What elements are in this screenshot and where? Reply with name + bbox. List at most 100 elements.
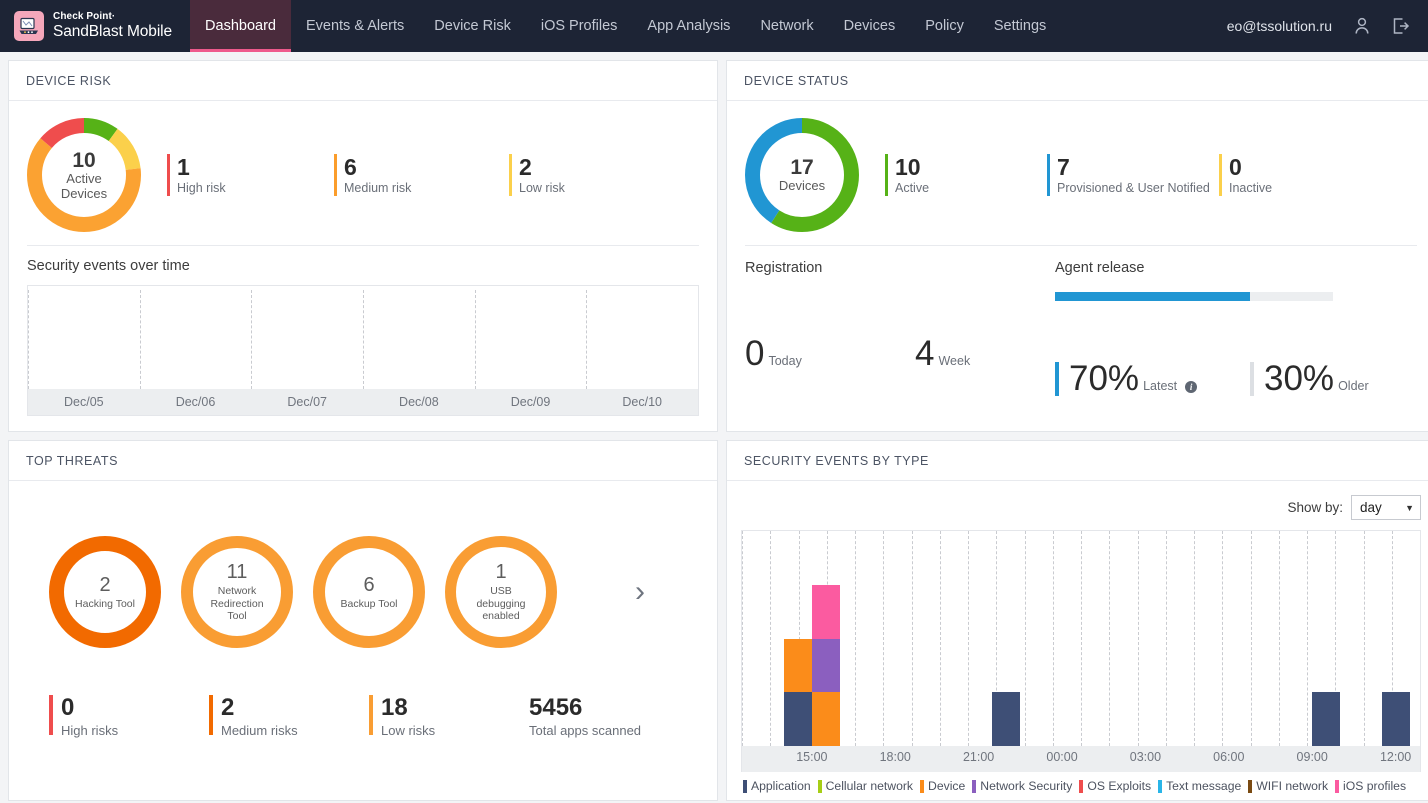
stat-label: Low risks <box>381 723 436 739</box>
x-axis-tick: 15:00 <box>796 750 828 764</box>
threat-circle-network-redirection-tool[interactable]: 11 Network Redirection Tool <box>181 536 293 648</box>
legend-item-wifi-network[interactable]: WIFI network <box>1248 779 1328 793</box>
chart-x-axis: 15:00 18:00 21:00 00:00 03:00 06:00 09:00 12:00 <box>742 746 1420 772</box>
threat-count: 11 <box>226 561 248 584</box>
threat-stat-total-apps-scanned: 5456 Total apps scanned <box>529 694 641 738</box>
device-risk-title: DEVICE RISK <box>9 61 717 101</box>
user-icon[interactable] <box>1354 17 1370 35</box>
stat-value: 18 <box>381 694 408 721</box>
legend-item-application[interactable]: Application <box>743 779 811 793</box>
legend-item-os-exploits[interactable]: OS Exploits <box>1079 779 1151 793</box>
bigstat-older: 30% Older <box>1250 361 1420 396</box>
nav-item-devices[interactable]: Devices <box>829 0 911 52</box>
legend-color-swatch <box>920 779 925 793</box>
bigstat-value: 30% <box>1264 359 1335 398</box>
nav-item-policy[interactable]: Policy <box>910 0 979 52</box>
brand-logo-area[interactable]: Check Point· SandBlast Mobile <box>0 0 190 52</box>
legend-item-text-message[interactable]: Text message <box>1158 779 1241 793</box>
stacked-bar[interactable] <box>783 531 812 746</box>
nav-item-app-analysis[interactable]: App Analysis <box>632 0 745 52</box>
security-events-over-time-chart[interactable]: Dec/05 Dec/06 Dec/07 Dec/08 Dec/09 Dec/10 <box>27 285 699 416</box>
stat-label: Low risk <box>519 181 565 196</box>
nav-item-label: Settings <box>993 18 1047 34</box>
legend-label: OS Exploits <box>1087 779 1152 793</box>
security-events-by-type-chart[interactable]: 15:00 18:00 21:00 00:00 03:00 06:00 09:00 12:00 <box>741 530 1421 772</box>
threat-label: Hacking Tool <box>75 597 135 610</box>
threat-circle-usb-debugging-enabled[interactable]: 1 USB debugging enabled <box>445 536 557 648</box>
nav-item-device-risk[interactable]: Device Risk <box>419 0 526 52</box>
stat-color-bar <box>209 695 213 735</box>
stat-color-bar <box>1047 154 1050 196</box>
nav-item-ios-profiles[interactable]: iOS Profiles <box>526 0 633 52</box>
stat-value: 5456 <box>529 694 583 721</box>
nav-item-events-alerts[interactable]: Events & Alerts <box>291 0 419 52</box>
bar-segment-application <box>1312 692 1341 746</box>
agent-release-progress-fill <box>1055 292 1250 301</box>
stat-text: 1 High risk <box>177 154 226 196</box>
stacked-bar[interactable] <box>812 531 841 746</box>
next-threats-arrow-icon[interactable]: › <box>635 575 645 609</box>
device-risk-donut-value: 10 <box>72 148 96 172</box>
stacked-bar[interactable] <box>992 531 1021 746</box>
info-icon[interactable]: i <box>1185 381 1198 393</box>
security-events-over-time-title: Security events over time <box>27 258 190 274</box>
top-navigation-bar: Check Point· SandBlast Mobile Dashboard E… <box>0 0 1428 52</box>
bar-segment-device <box>812 692 841 746</box>
nav-item-settings[interactable]: Settings <box>979 0 1061 52</box>
x-axis-tick: 12:00 <box>1379 750 1412 764</box>
nav-item-network[interactable]: Network <box>745 0 828 52</box>
x-axis-tick: Dec/09 <box>510 395 551 409</box>
stat-label: Provisioned & User Notified <box>1057 181 1210 196</box>
stat-label: High risks <box>61 723 119 739</box>
stacked-bar[interactable] <box>1382 531 1411 746</box>
stat-text: 0 Inactive <box>1229 154 1272 196</box>
legend-item-cellular-network[interactable]: Cellular network <box>817 779 913 793</box>
legend-label: Device <box>928 779 966 793</box>
agent-release-title: Agent release <box>1055 260 1145 276</box>
nav-item-label: Devices <box>843 18 896 34</box>
user-email-label: eo@tssolution.ru <box>1226 18 1332 34</box>
show-by-select[interactable]: day ▼ <box>1351 495 1421 520</box>
stat-inactive: 0 Inactive <box>1219 154 1359 196</box>
stat-text: 10 Active <box>895 154 929 196</box>
threat-stat-high-risks: 0 High risks <box>49 694 209 739</box>
stat-value: 2 <box>221 694 235 721</box>
legend-color-swatch <box>1248 779 1253 793</box>
stat-text: 0 High risks <box>61 694 119 739</box>
stat-text: 2 Medium risks <box>221 694 298 739</box>
stat-low-risk: 2 Low risk <box>509 154 659 196</box>
legend-label: Application <box>751 779 811 793</box>
chart-bars <box>28 286 698 389</box>
threat-label: Network Redirection Tool <box>210 585 264 623</box>
threat-circle-backup-tool[interactable]: 6 Backup Tool <box>313 536 425 648</box>
legend-item-network-security[interactable]: Network Security <box>972 779 1072 793</box>
show-by-label: Show by: <box>1287 500 1343 515</box>
device-status-title: DEVICE STATUS <box>727 61 1428 101</box>
device-status-donut-chart: 17 Devices <box>745 118 859 232</box>
stat-label: High risk <box>177 181 226 196</box>
nav-item-label: App Analysis <box>647 18 731 34</box>
legend-color-swatch <box>817 779 822 793</box>
registration-stats: 0 Today 4 Week <box>745 336 1055 371</box>
bar-segment-ios-profiles <box>812 584 841 639</box>
logout-icon[interactable] <box>1392 17 1410 35</box>
main-menu: Dashboard Events & Alerts Device Risk iOS P… <box>190 0 1061 52</box>
legend-item-ios-profiles[interactable]: iOS profiles <box>1335 779 1406 793</box>
stat-color-bar <box>49 695 53 735</box>
legend-item-device[interactable]: Device <box>920 779 965 793</box>
top-threats-title: TOP THREATS <box>9 441 717 481</box>
threat-circle-hacking-tool[interactable]: 2 Hacking Tool <box>49 536 161 648</box>
stat-value: 6 <box>344 154 357 180</box>
bar-segment-application <box>1382 692 1411 746</box>
stat-label: Medium risks <box>221 723 298 739</box>
stat-label: Medium risk <box>344 181 412 196</box>
chart-legend: Application Cellular network Device Network… <box>741 772 1421 800</box>
x-axis-tick: 06:00 <box>1213 750 1245 764</box>
brand-name-secondary: SandBlast Mobile <box>53 22 173 40</box>
stat-active: 10 Active <box>885 154 1047 196</box>
bar-segment-application <box>783 692 812 746</box>
security-events-over-time-section: Security events over time Dec/05 Dec/06 De… <box>9 246 717 416</box>
stacked-bar[interactable] <box>1312 531 1341 746</box>
nav-item-dashboard[interactable]: Dashboard <box>190 0 291 52</box>
device-risk-donut-chart: 10 Active Devices <box>27 118 141 232</box>
